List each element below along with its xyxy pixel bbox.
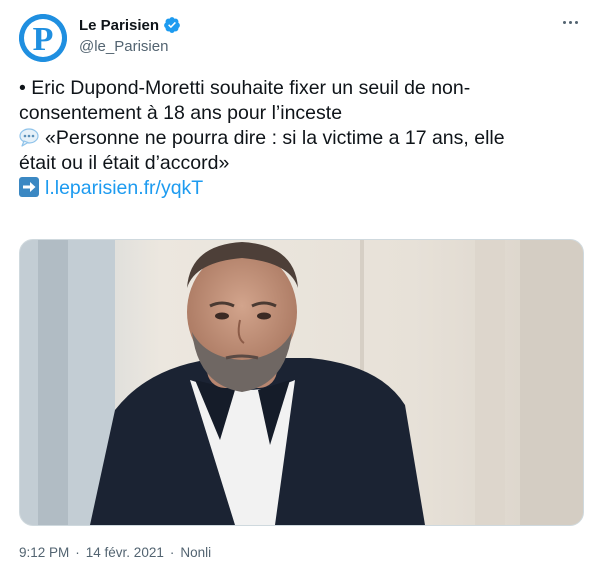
author-display-name[interactable]: Le Parisien <box>79 17 159 34</box>
verified-badge-icon <box>163 16 181 34</box>
tweet-quote-start: «Personne ne pourra dire : si la victime… <box>45 127 505 149</box>
meta-separator: · <box>75 545 80 560</box>
tweet-time[interactable]: 9:12 PM <box>19 545 69 560</box>
tweet-line-3: «Personne ne pourra dire : si la victime… <box>19 126 584 151</box>
le-parisien-logo: P <box>19 14 67 62</box>
more-options-button[interactable] <box>556 12 584 32</box>
author-handle[interactable]: @le_Parisien <box>79 38 168 55</box>
tweet-metadata: 9:12 PM · 14 févr. 2021 · Nonli <box>19 545 211 560</box>
author-avatar[interactable]: P <box>19 14 67 62</box>
tweet-line-2: consentement à 18 ans pour l’inceste <box>19 102 343 124</box>
speech-balloon-icon <box>19 127 39 147</box>
avatar-letter: P <box>33 21 54 58</box>
tweet-source[interactable]: Nonli <box>180 545 211 560</box>
tweet-line-1: • Eric Dupond-Moretti souhaite fixer un … <box>19 77 471 99</box>
tweet-date[interactable]: 14 févr. 2021 <box>86 545 164 560</box>
more-options-icon <box>562 20 566 24</box>
right-arrow-icon <box>19 177 39 197</box>
photo-portrait-image <box>20 240 583 525</box>
tweet-text: • Eric Dupond-Moretti souhaite fixer un … <box>19 76 584 201</box>
tweet-card: P Le Parisien @le_Parisien • Eric Dupond… <box>0 0 604 578</box>
article-link[interactable]: l.leparisien.fr/yqkT <box>45 177 203 199</box>
author-name-row: Le Parisien <box>79 16 181 34</box>
tweet-photo[interactable] <box>19 239 584 526</box>
tweet-line-5: l.leparisien.fr/yqkT <box>19 176 584 201</box>
tweet-line-4: était ou il était d’accord» <box>19 152 230 174</box>
meta-separator-2: · <box>169 545 175 560</box>
